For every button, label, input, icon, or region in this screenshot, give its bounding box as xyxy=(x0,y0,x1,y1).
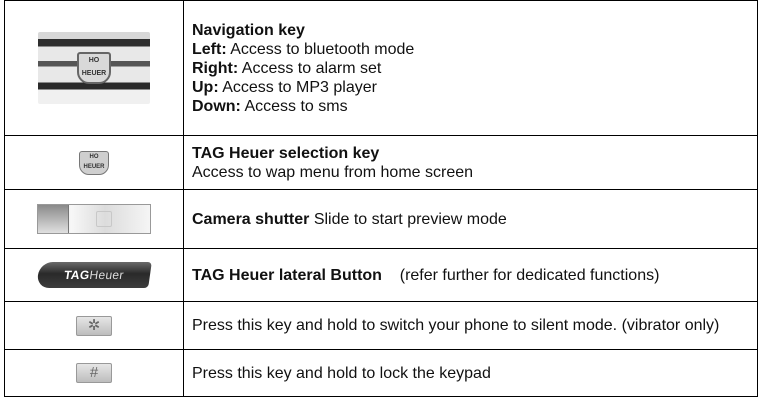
lateral-button-cell: TAGHeuer xyxy=(4,248,184,302)
direction-text: Access to sms xyxy=(240,97,348,115)
table-row: Camera shutter Slide to start preview mo… xyxy=(4,189,758,249)
direction-text: Access to alarm set xyxy=(238,59,382,77)
row-text: Press this key and hold to switch your p… xyxy=(192,317,720,334)
tag-heuer-lateral-button-icon: TAGHeuer xyxy=(36,262,152,288)
hash-key-cell: # xyxy=(4,349,184,397)
row-title: Navigation key xyxy=(192,21,305,39)
selection-key-description: TAG Heuer selection key Access to wap me… xyxy=(183,135,758,190)
table-row: TAGHeuer TAG Heuer lateral Button (refer… xyxy=(4,248,758,302)
lateral-logo-heuer: Heuer xyxy=(88,268,125,282)
hash-key-icon: # xyxy=(76,363,112,383)
direction-label: Up: xyxy=(192,78,219,96)
star-key-cell: ✲ xyxy=(4,301,184,350)
hash-key-description: Press this key and hold to lock the keyp… xyxy=(183,349,758,397)
navigation-key-description: Navigation key Left: Access to bluetooth… xyxy=(183,0,758,136)
row-text: Access to wap menu from home screen xyxy=(192,163,474,181)
lateral-button-description: TAG Heuer lateral Button (refer further … xyxy=(183,248,758,302)
camera-shutter-description: Camera shutter Slide to start preview mo… xyxy=(183,189,758,249)
row-text: Press this key and hold to lock the keyp… xyxy=(192,364,491,382)
shutter-mark-icon xyxy=(96,211,112,227)
table-row: HO HEUER Navigation key Left: Access to b… xyxy=(4,0,758,136)
row-title: TAG Heuer selection key xyxy=(192,144,380,162)
navigation-key-icon: HO HEUER xyxy=(38,32,150,104)
table-row: HO HEUER TAG Heuer selection key Access t… xyxy=(4,135,758,190)
star-key-icon: ✲ xyxy=(76,315,112,336)
key-reference-table: HO HEUER Navigation key Left: Access to b… xyxy=(4,0,758,397)
camera-shutter-icon xyxy=(37,204,151,234)
direction-text: Access to bluetooth mode xyxy=(226,40,415,58)
direction-text: Access to MP3 player xyxy=(218,78,377,96)
table-row: ✲ Press this key and hold to switch your… xyxy=(4,301,758,350)
tag-heuer-selection-key-icon: HO HEUER xyxy=(79,150,109,175)
selection-key-cell: HO HEUER xyxy=(4,135,184,190)
row-title: Camera shutter xyxy=(192,210,310,228)
navigation-key-cell: HO HEUER xyxy=(4,0,184,136)
direction-label: Down: xyxy=(192,97,241,115)
star-key-description: Press this key and hold to switch your p… xyxy=(183,301,758,350)
row-title: TAG Heuer lateral Button xyxy=(192,266,382,284)
tag-heuer-shield-icon: HO HEUER xyxy=(77,52,111,84)
table-row: # Press this key and hold to lock the ke… xyxy=(4,349,758,397)
row-text: Slide to start preview mode xyxy=(309,210,507,228)
row-text: (refer further for dedicated functions) xyxy=(381,266,660,284)
camera-shutter-cell xyxy=(4,189,184,249)
direction-label: Right: xyxy=(192,59,239,77)
lateral-logo-tag: TAG xyxy=(63,268,91,282)
direction-label: Left: xyxy=(192,40,227,58)
